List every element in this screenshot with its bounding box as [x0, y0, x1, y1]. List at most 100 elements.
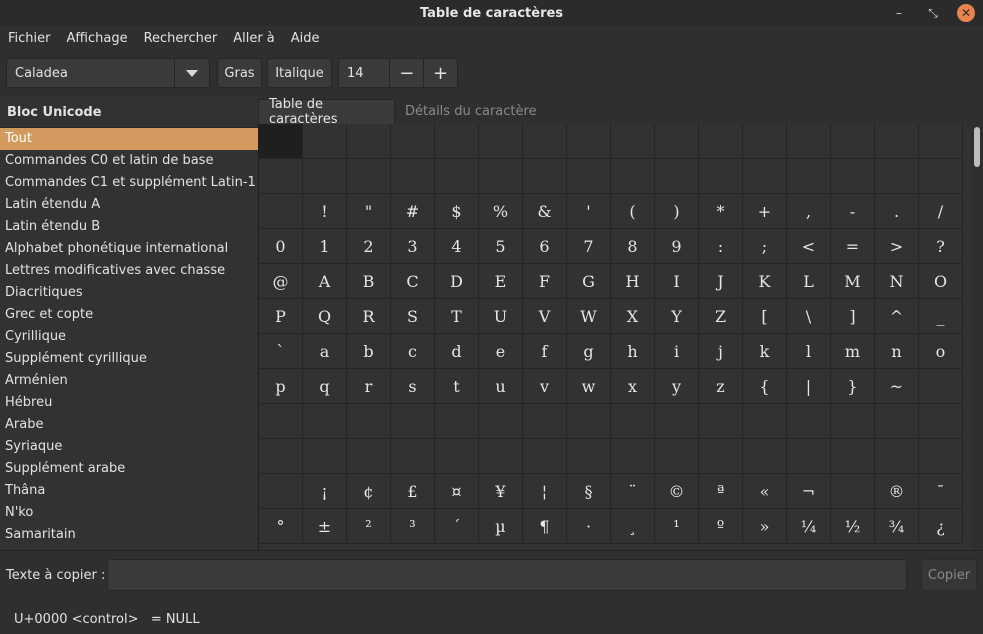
char-cell[interactable]: _ — [919, 299, 963, 334]
char-cell[interactable] — [567, 159, 611, 194]
char-cell[interactable] — [435, 404, 479, 439]
char-cell[interactable]: ( — [611, 194, 655, 229]
char-cell[interactable]: ª — [699, 474, 743, 509]
char-cell[interactable] — [655, 404, 699, 439]
char-cell[interactable] — [259, 159, 303, 194]
char-cell[interactable] — [303, 124, 347, 159]
char-cell[interactable]: ¶ — [523, 509, 567, 544]
char-cell[interactable] — [479, 159, 523, 194]
char-cell[interactable]: y — [655, 369, 699, 404]
char-cell[interactable]: j — [699, 334, 743, 369]
block-item[interactable]: Hébreu — [0, 392, 258, 414]
char-cell[interactable]: = — [831, 229, 875, 264]
char-cell[interactable]: q — [303, 369, 347, 404]
char-cell[interactable] — [919, 439, 963, 474]
block-item[interactable]: Arménien — [0, 370, 258, 392]
menu-affichage[interactable]: Affichage — [59, 31, 136, 46]
char-cell[interactable] — [699, 159, 743, 194]
char-cell[interactable] — [259, 194, 303, 229]
char-cell[interactable]: T — [435, 299, 479, 334]
char-cell[interactable]: S — [391, 299, 435, 334]
block-item[interactable]: Syriaque — [0, 436, 258, 458]
char-cell[interactable] — [435, 124, 479, 159]
size-input[interactable]: 14 — [339, 59, 389, 87]
char-cell[interactable]: ¨ — [611, 474, 655, 509]
char-cell[interactable]: @ — [259, 264, 303, 299]
char-cell[interactable]: ¥ — [479, 474, 523, 509]
char-cell[interactable]: N — [875, 264, 919, 299]
char-cell[interactable] — [523, 439, 567, 474]
char-cell[interactable] — [303, 159, 347, 194]
italic-button[interactable]: Italique — [267, 58, 332, 88]
char-cell[interactable] — [875, 404, 919, 439]
block-item[interactable]: Supplément arabe — [0, 458, 258, 480]
char-cell[interactable]: W — [567, 299, 611, 334]
char-cell[interactable] — [523, 124, 567, 159]
block-item[interactable]: Alphabet phonétique international — [0, 238, 258, 260]
char-cell[interactable] — [303, 404, 347, 439]
char-cell[interactable]: H — [611, 264, 655, 299]
char-cell[interactable]: t — [435, 369, 479, 404]
tab-character-table[interactable]: Table de caractères — [258, 97, 395, 127]
char-cell[interactable] — [479, 124, 523, 159]
restore-icon[interactable]: ⤡ — [923, 3, 943, 23]
char-cell[interactable] — [787, 159, 831, 194]
char-cell[interactable] — [831, 124, 875, 159]
menu-fichier[interactable]: Fichier — [0, 31, 59, 46]
char-cell[interactable] — [479, 439, 523, 474]
char-cell[interactable]: 7 — [567, 229, 611, 264]
char-cell[interactable]: A — [303, 264, 347, 299]
char-cell[interactable]: ¹ — [655, 509, 699, 544]
block-item[interactable]: Cyrillique — [0, 326, 258, 348]
char-cell[interactable]: | — [787, 369, 831, 404]
char-cell[interactable]: g — [567, 334, 611, 369]
char-cell[interactable]: : — [699, 229, 743, 264]
char-cell[interactable] — [655, 124, 699, 159]
char-cell[interactable]: # — [391, 194, 435, 229]
char-cell[interactable]: w — [567, 369, 611, 404]
char-cell[interactable]: h — [611, 334, 655, 369]
char-cell[interactable]: $ — [435, 194, 479, 229]
dropdown-button[interactable] — [174, 59, 209, 87]
char-cell[interactable]: c — [391, 334, 435, 369]
char-cell[interactable]: ' — [567, 194, 611, 229]
char-cell[interactable]: 6 — [523, 229, 567, 264]
scroll-thumb[interactable] — [974, 127, 980, 167]
font-combo[interactable]: Caladea — [6, 58, 210, 88]
char-cell[interactable] — [611, 439, 655, 474]
char-cell[interactable]: * — [699, 194, 743, 229]
char-cell[interactable] — [919, 369, 963, 404]
char-cell[interactable] — [391, 439, 435, 474]
char-cell[interactable]: ° — [259, 509, 303, 544]
char-cell[interactable] — [875, 124, 919, 159]
char-cell[interactable] — [831, 159, 875, 194]
char-cell[interactable]: ³ — [391, 509, 435, 544]
char-cell[interactable]: ) — [655, 194, 699, 229]
char-cell[interactable]: ` — [259, 334, 303, 369]
char-cell[interactable] — [787, 124, 831, 159]
char-cell[interactable] — [699, 404, 743, 439]
char-cell[interactable] — [567, 124, 611, 159]
block-item[interactable]: Samaritain — [0, 524, 258, 546]
bold-button[interactable]: Gras — [217, 58, 262, 88]
block-item[interactable]: Latin étendu B — [0, 216, 258, 238]
block-item[interactable]: Grec et copte — [0, 304, 258, 326]
char-cell[interactable] — [699, 439, 743, 474]
char-cell[interactable]: I — [655, 264, 699, 299]
copy-text-input[interactable] — [107, 559, 907, 591]
minimize-icon[interactable]: – — [889, 3, 909, 23]
block-item[interactable]: Diacritiques — [0, 282, 258, 304]
char-cell[interactable]: F — [523, 264, 567, 299]
grid-scrollbar[interactable] — [971, 124, 983, 550]
menu-aller-a[interactable]: Aller à — [225, 31, 283, 46]
menu-aide[interactable]: Aide — [283, 31, 328, 46]
char-cell[interactable] — [831, 474, 875, 509]
char-cell[interactable]: ? — [919, 229, 963, 264]
char-cell[interactable]: z — [699, 369, 743, 404]
char-cell[interactable]: b — [347, 334, 391, 369]
char-cell[interactable] — [875, 159, 919, 194]
char-cell[interactable]: f — [523, 334, 567, 369]
char-cell[interactable]: { — [743, 369, 787, 404]
char-cell[interactable]: i — [655, 334, 699, 369]
char-cell[interactable] — [259, 124, 303, 159]
